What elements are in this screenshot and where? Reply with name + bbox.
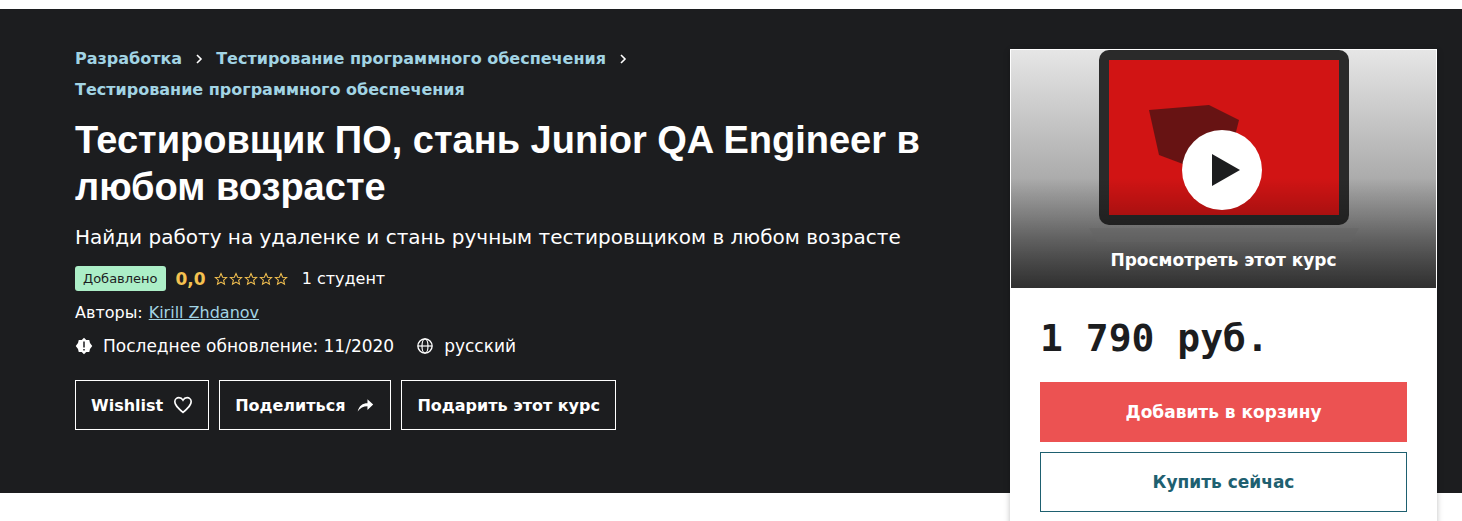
heart-icon xyxy=(173,396,193,414)
globe-icon xyxy=(416,337,434,355)
star-icon xyxy=(214,272,228,286)
breadcrumb-link[interactable]: Тестирование программного обеспечения xyxy=(75,80,465,99)
play-icon xyxy=(1208,152,1242,188)
card-body: 1 790 руб. Добавить в корзину Купить сейча… xyxy=(1011,288,1436,521)
star-icon xyxy=(274,272,288,286)
play-button[interactable] xyxy=(1182,130,1262,210)
star-rating xyxy=(214,272,288,286)
share-button[interactable]: Поделиться xyxy=(219,380,391,430)
chevron-right-icon xyxy=(194,53,204,65)
last-updated: Последнее обновление: 11/2020 xyxy=(103,336,394,356)
student-count: 1 студент xyxy=(302,269,386,288)
course-preview[interactable]: Просмотреть этот курс xyxy=(1011,50,1436,288)
course-title: Тестировщик ПО, стань Junior QA Engineer… xyxy=(75,117,965,211)
course-subtitle: Найди работу на удаленке и стань ручным … xyxy=(75,221,965,254)
purchase-card: Просмотреть этот курс 1 790 руб. Добавить … xyxy=(1010,49,1437,521)
rating-row: Добавлено 0,0 1 студент xyxy=(75,266,965,291)
top-strip xyxy=(0,0,1462,9)
course-info: Разработка Тестирование программного обес… xyxy=(75,49,965,493)
course-price: 1 790 руб. xyxy=(1040,316,1407,360)
added-badge: Добавлено xyxy=(75,266,166,291)
course-page: Разработка Тестирование программного обес… xyxy=(0,0,1462,521)
authors-row: Авторы: Kirill Zhdanov xyxy=(75,303,965,322)
meta-row: Последнее обновление: 11/2020 русский xyxy=(75,336,965,356)
wishlist-button[interactable]: Wishlist xyxy=(75,380,209,430)
share-arrow-icon xyxy=(355,396,375,414)
breadcrumbs: Разработка Тестирование программного обес… xyxy=(75,49,965,99)
update-alert-icon xyxy=(75,337,93,355)
breadcrumb-link[interactable]: Тестирование программного обеспечения xyxy=(216,49,606,68)
star-icon xyxy=(244,272,258,286)
preview-caption: Просмотреть этот курс xyxy=(1011,250,1436,270)
author-link[interactable]: Kirill Zhdanov xyxy=(149,303,259,322)
breadcrumb-link[interactable]: Разработка xyxy=(75,49,182,68)
star-icon xyxy=(259,272,273,286)
star-icon xyxy=(229,272,243,286)
rating-value: 0,0 xyxy=(176,269,206,289)
gift-button[interactable]: Подарить этот курс xyxy=(401,380,616,430)
action-buttons: WishlistПоделитьсяПодарить этот курс xyxy=(75,380,965,430)
buy-now-button[interactable]: Купить сейчас xyxy=(1040,452,1407,512)
add-to-cart-button[interactable]: Добавить в корзину xyxy=(1040,382,1407,442)
authors-label: Авторы: xyxy=(75,303,143,322)
course-language: русский xyxy=(444,336,516,356)
chevron-right-icon xyxy=(618,53,628,65)
